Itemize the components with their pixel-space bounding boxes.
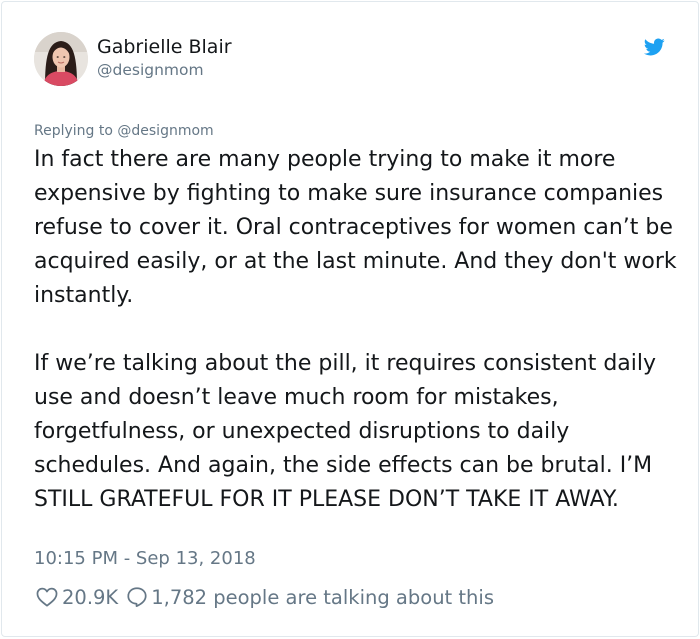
tweet-actions: 20.9K 1,782 people are talking about thi…	[36, 584, 494, 610]
reply-mention-link[interactable]: @designmom	[117, 123, 213, 139]
conversation-button[interactable]: 1,782 people are talking about this	[126, 586, 494, 609]
twitter-bird-icon[interactable]	[642, 36, 666, 58]
tweet-card: Gabrielle Blair @designmom Replying to @…	[1, 1, 699, 637]
like-button[interactable]: 20.9K	[36, 586, 118, 609]
avatar[interactable]	[34, 32, 88, 86]
tweet-text: In fact there are many people trying to …	[34, 147, 677, 512]
author-display-name[interactable]: Gabrielle Blair	[97, 35, 232, 59]
tweet-timestamp[interactable]: 10:15 PM - Sep 13, 2018	[34, 547, 256, 571]
conversation-count: 1,782 people are talking about this	[151, 585, 494, 609]
author-handle[interactable]: @designmom	[97, 60, 204, 80]
reply-context: Replying to @designmom	[34, 122, 214, 140]
profile-photo-icon	[34, 32, 88, 86]
like-count: 20.9K	[62, 585, 119, 609]
tweet-header: Gabrielle Blair @designmom	[34, 32, 670, 92]
heart-icon	[36, 587, 58, 607]
reply-context-prefix: Replying to	[34, 123, 113, 139]
speech-bubble-icon	[127, 587, 147, 608]
